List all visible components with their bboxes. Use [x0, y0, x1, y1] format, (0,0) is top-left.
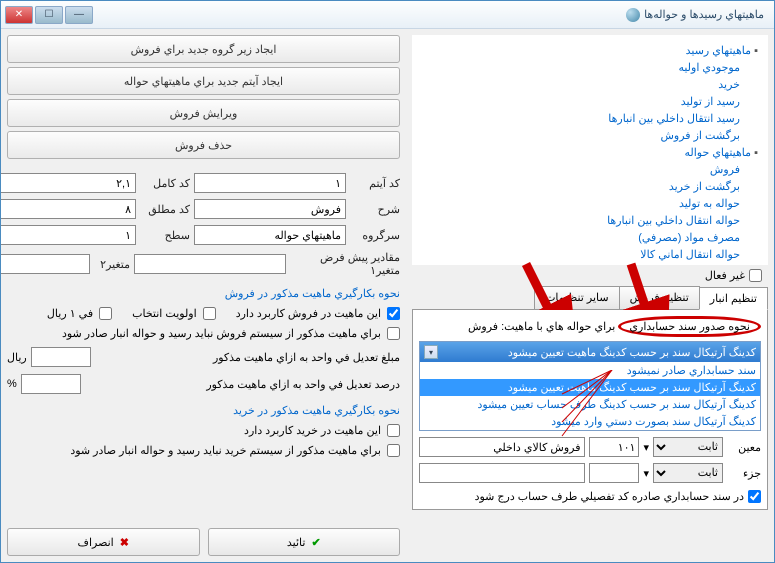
inactive-checkbox[interactable]	[749, 269, 762, 282]
issuance-suffix: براي حواله هاي با ماهيت: فروش	[468, 321, 615, 333]
rial-label: في ١ ريال	[47, 307, 93, 320]
tree-item[interactable]: خريد	[416, 77, 758, 94]
tree-item[interactable]: موجودي اوليه	[416, 60, 758, 77]
var2-input[interactable]	[0, 254, 90, 274]
moein-label: معين	[727, 441, 761, 454]
tree-item[interactable]: رسيد از توليد	[416, 94, 758, 111]
cancel-button[interactable]: ✖انصراف	[7, 528, 200, 556]
tab-body: نحوه صدور سند حسابداري براي حواله هاي با…	[412, 310, 768, 510]
inactive-label: غير فعال	[705, 269, 745, 282]
window-title: ماهيتهاي رسيدها و حواله‌ها	[644, 8, 764, 21]
priority-label: اولويت انتخاب	[132, 307, 197, 320]
rial-checkbox[interactable]	[99, 307, 112, 320]
create-item-button[interactable]: ايجاد آيتم جديد براي ماهيتهاي حواله	[7, 67, 400, 95]
sales-usage-checkbox[interactable]	[387, 307, 400, 320]
buy-usage-title: نحوه بکارگيري ماهيت مذکور در خريد	[7, 404, 400, 417]
percent-unit: %	[7, 378, 17, 390]
delete-button[interactable]: حذف فروش	[7, 131, 400, 159]
joz-label: جزء	[727, 467, 761, 480]
tab-warehouse[interactable]: تنظيم انبار	[699, 287, 768, 310]
tree-root-remit[interactable]: ماهيتهاي حواله	[684, 147, 758, 159]
cross-icon: ✖	[120, 536, 129, 549]
detail-account-label: در سند حسابداري صادره کد تفصيلي طرف حساب…	[475, 490, 744, 503]
amount-label: مبلغ تعديل في واحد به ازاي ماهيت مذکور	[95, 351, 400, 364]
group-label: سرگروه	[350, 229, 400, 242]
item-code-label: كد آيتم	[350, 177, 400, 190]
app-window: ✕ ☐ — ماهيتهاي رسيدها و حواله‌ها ماهيتها…	[0, 0, 775, 563]
maximize-button[interactable]: ☐	[35, 6, 63, 24]
dropdown-option[interactable]: کدينگ آرتيکال سند بصورت دستي وارد ميشود	[420, 413, 760, 430]
defvar-label: مقادير پيش فرض متغير١	[290, 251, 400, 277]
level-input[interactable]	[0, 225, 136, 245]
detail-account-checkbox[interactable]	[748, 490, 761, 503]
sales-usage-title: نحوه بکارگيري ماهيت مذکور در فروش	[7, 287, 400, 300]
full-code-input[interactable]	[0, 173, 136, 193]
left-pane: ماهيتهاي رسيد موجودي اوليه خريد رسيد از …	[406, 29, 774, 562]
tabs: تنظيم انبار تنظيم فروش ساير تنظيمات	[412, 286, 768, 310]
minimize-button[interactable]: —	[65, 6, 93, 24]
tree-root-receipt[interactable]: ماهيتهاي رسيد	[686, 45, 758, 57]
desc-label: شرح	[350, 203, 400, 216]
desc-input[interactable]	[194, 199, 346, 219]
amount-input[interactable]	[31, 347, 91, 367]
dropdown-selected: کدينگ آرتيکال سند بر حسب کدينگ ماهيت تعي…	[508, 346, 756, 359]
chevron-down-icon: ▾	[643, 467, 649, 480]
moein-type-select[interactable]: ثابت	[653, 437, 723, 457]
no-issue-checkbox[interactable]	[387, 327, 400, 340]
var1-input[interactable]	[134, 254, 286, 274]
tab-sales[interactable]: تنظيم فروش	[619, 286, 700, 309]
var2-label: متغير٢	[94, 258, 130, 271]
joz-desc-input[interactable]	[419, 463, 585, 483]
abs-code-label: كد مطلق	[140, 203, 190, 216]
amount-unit: ريال	[7, 351, 27, 364]
tree-item[interactable]: حواله به توليد	[416, 196, 758, 213]
check-icon: ✔	[311, 536, 320, 549]
tab-other[interactable]: ساير تنظيمات	[534, 286, 620, 309]
chevron-down-icon: ▾	[643, 441, 649, 454]
abs-code-input[interactable]	[0, 199, 136, 219]
tree-item[interactable]: حواله انتقال داخلي بين انبارها	[416, 213, 758, 230]
group-input[interactable]	[194, 225, 346, 245]
close-button[interactable]: ✕	[5, 6, 33, 24]
buy-usage-label: اين ماهيت در خريد کاربرد دارد	[244, 424, 381, 437]
item-code-input[interactable]	[194, 173, 346, 193]
app-icon	[626, 8, 640, 22]
buy-usage-checkbox[interactable]	[387, 424, 400, 437]
buy-no-issue-checkbox[interactable]	[387, 444, 400, 457]
tree-item[interactable]: برگشت از فروش	[416, 128, 758, 145]
no-issue-label: براي ماهيت مذکور از سيستم فروش نبايد رسي…	[62, 327, 381, 340]
tree-item[interactable]: مصرف مواد (مصرفي)	[416, 230, 758, 247]
moein-desc-input[interactable]	[419, 437, 585, 457]
right-pane: ايجاد زير گروه جديد براي فروش ايجاد آيتم…	[1, 29, 406, 562]
dropdown-option[interactable]: کدينگ آرتيکال سند بر حسب کدينگ طرف حساب …	[420, 396, 760, 413]
edit-button[interactable]: ويرايش فروش	[7, 99, 400, 127]
buy-no-issue-label: براي ماهيت مذکور از سيستم خريد نبايد رسي…	[70, 444, 381, 457]
dropdown-option[interactable]: سند حسابداري صادر نميشود	[420, 362, 760, 379]
nature-tree[interactable]: ماهيتهاي رسيد موجودي اوليه خريد رسيد از …	[412, 35, 768, 265]
create-subgroup-button[interactable]: ايجاد زير گروه جديد براي فروش	[7, 35, 400, 63]
joz-type-select[interactable]: ثابت	[653, 463, 723, 483]
tree-item[interactable]: برگشت از خريد	[416, 179, 758, 196]
issuance-dropdown[interactable]: کدينگ آرتيکال سند بر حسب کدينگ ماهيت تعي…	[419, 341, 761, 431]
tree-item[interactable]: رسيد انتقال داخلي بين انبارها	[416, 111, 758, 128]
level-label: سطح	[140, 229, 190, 242]
tree-item[interactable]: فروش	[416, 162, 758, 179]
chevron-down-icon[interactable]: ▾	[424, 345, 438, 359]
tree-item[interactable]: حواله انتقال اماني کالا	[416, 247, 758, 264]
sales-usage-label: اين ماهيت در فروش کاربرد دارد	[236, 307, 381, 320]
titlebar: ✕ ☐ — ماهيتهاي رسيدها و حواله‌ها	[1, 1, 774, 29]
moein-code-input[interactable]	[589, 437, 639, 457]
percent-input[interactable]	[21, 374, 81, 394]
dropdown-option[interactable]: کدينگ آرتيکال سند بر حسب کدينگ ماهيت تعي…	[420, 379, 760, 396]
priority-checkbox[interactable]	[203, 307, 216, 320]
full-code-label: كد كامل	[140, 177, 190, 190]
percent-label: درصد تعديل في واحد به ازاي ماهيت مذکور	[85, 378, 400, 391]
ok-button[interactable]: ✔تائيد	[208, 528, 401, 556]
issuance-label: نحوه صدور سند حسابداري	[618, 316, 761, 337]
joz-code-input[interactable]	[589, 463, 639, 483]
